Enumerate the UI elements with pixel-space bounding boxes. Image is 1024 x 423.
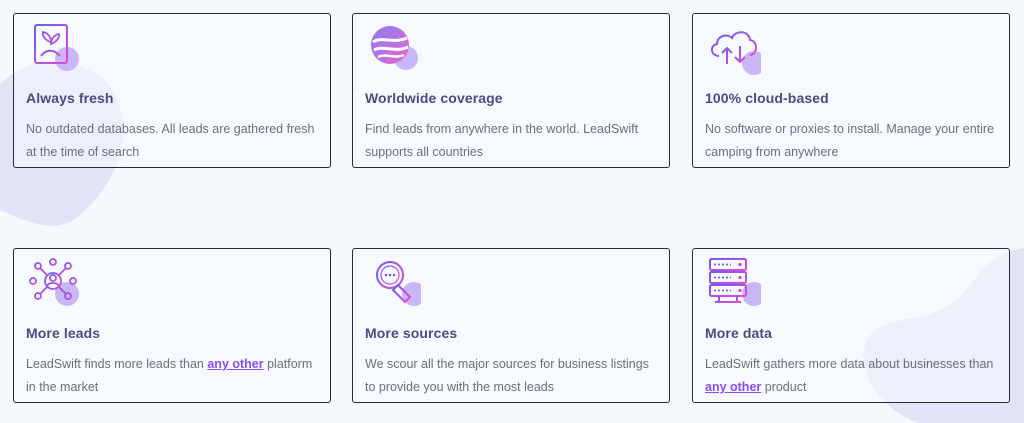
feature-title: 100% cloud-based — [705, 90, 829, 106]
network-user-icon — [29, 258, 79, 306]
feature-card-worldwide-coverage: Worldwide coverage Find leads from anywh… — [352, 13, 670, 168]
feature-card-cloud-based: 100% cloud-based No software or proxies … — [692, 13, 1010, 168]
feature-title: Always fresh — [26, 90, 114, 106]
feature-description: No outdated databases. All leads are gat… — [26, 122, 315, 159]
feature-description: LeadSwift finds more leads than any othe… — [26, 357, 313, 394]
feature-description: No software or proxies to install. Manag… — [705, 122, 995, 159]
any-other-link[interactable]: any other — [207, 357, 263, 371]
cloud-upload-icon — [711, 31, 761, 75]
feature-title: More data — [705, 325, 773, 341]
feature-title: Worldwide coverage — [365, 90, 503, 106]
feature-title: More sources — [365, 325, 458, 341]
feature-description: LeadSwift gathers more data about busine… — [705, 357, 994, 394]
feature-card-more-data: More data LeadSwift gathers more data ab… — [692, 248, 1010, 403]
feature-title: More leads — [26, 325, 101, 341]
feature-card-more-leads: More leads LeadSwift finds more leads th… — [13, 248, 331, 403]
feature-card-more-sources: More sources We scour all the major sour… — [352, 248, 670, 403]
feature-card-always-fresh: Always fresh No outdated databases. All … — [13, 13, 331, 168]
sprout-icon — [34, 24, 79, 71]
any-other-link[interactable]: any other — [705, 380, 761, 394]
server-stack-icon — [709, 258, 761, 306]
feature-description: We scour all the major sources for busin… — [365, 357, 649, 394]
magnifier-icon — [376, 261, 421, 306]
globe-icon — [371, 26, 418, 70]
feature-description: Find leads from anywhere in the world. L… — [365, 122, 639, 159]
